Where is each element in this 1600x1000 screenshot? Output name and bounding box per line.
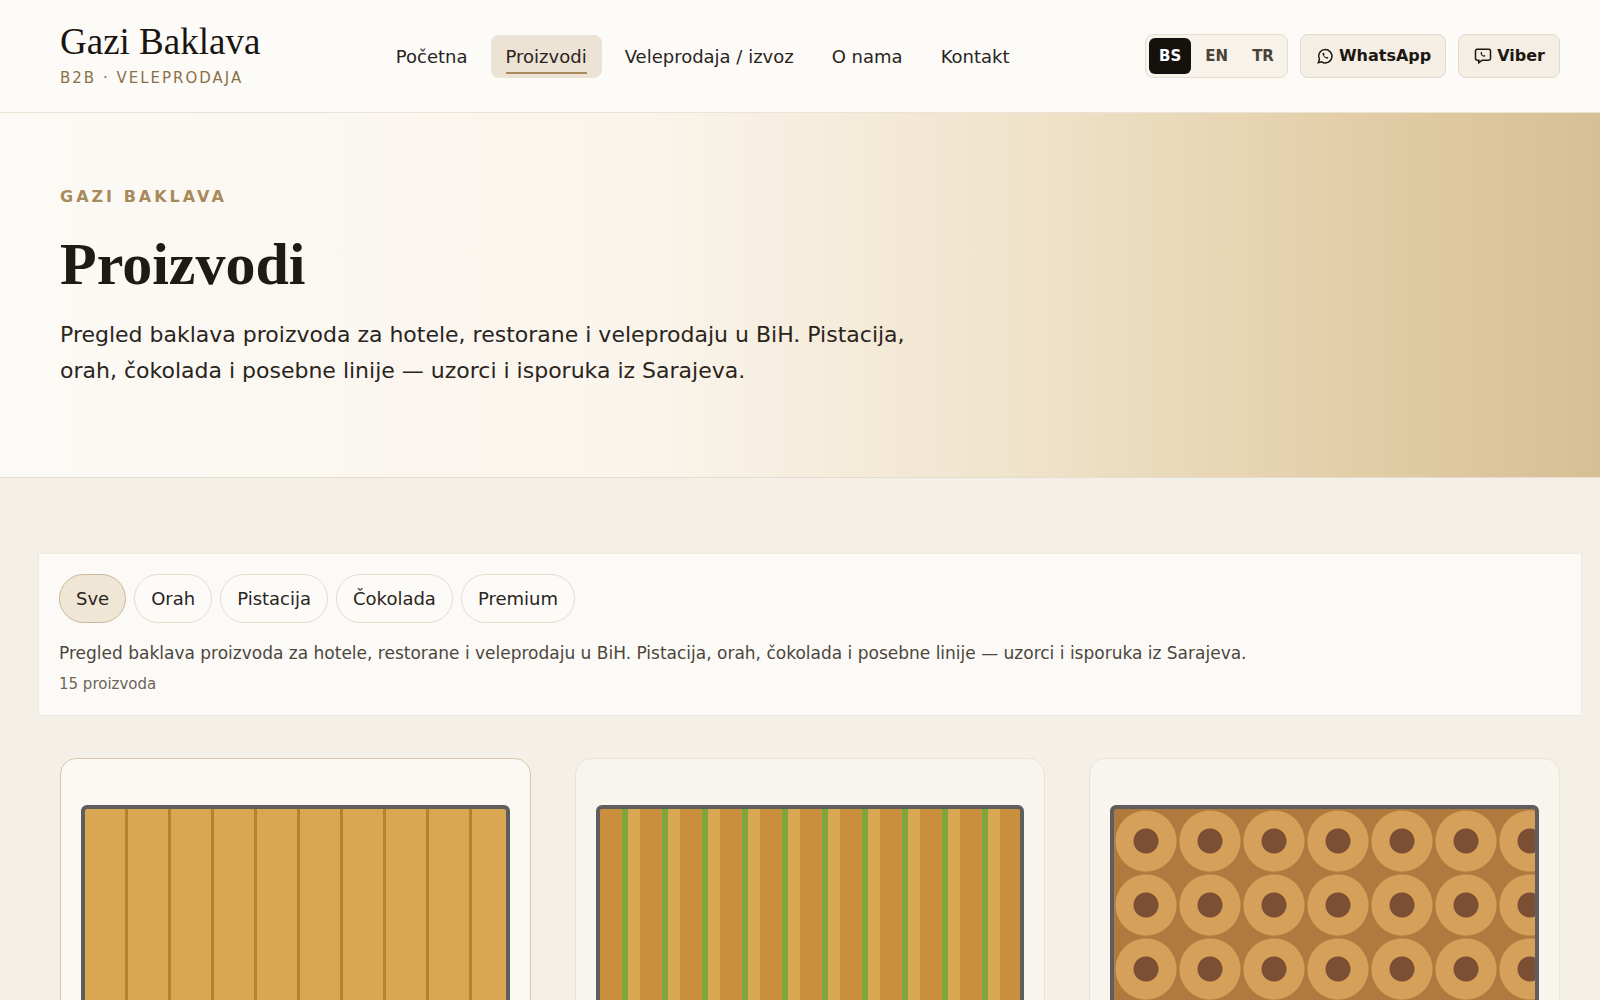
viber-icon	[1473, 46, 1493, 66]
product-count: 15 proizvoda	[59, 673, 1561, 696]
main-nav: PočetnaProizvodiVeleprodaja / izvozO nam…	[381, 35, 1025, 78]
filter-chips: SveOrahPistacijaČokoladaPremium	[59, 574, 1561, 623]
logo-title: Gazi Baklava	[60, 22, 260, 63]
button-label: Viber	[1497, 44, 1545, 68]
nav-link[interactable]: Početna	[381, 35, 483, 78]
filter-description: Pregled baklava proizvoda za hotele, res…	[59, 641, 1561, 667]
product-card[interactable]	[575, 758, 1046, 1000]
hero-eyebrow: GAZI BAKLAVA	[60, 185, 1540, 209]
hero-banner: GAZI BAKLAVA Proizvodi Pregled baklava pro…	[0, 113, 1600, 478]
hero-lead: Pregled baklava proizvoda za hotele, res…	[60, 317, 960, 390]
product-card[interactable]	[60, 758, 531, 1000]
filter-chip[interactable]: Čokolada	[336, 574, 453, 623]
whatsapp-icon	[1315, 46, 1335, 66]
product-photo	[1110, 805, 1539, 1000]
filter-panel: SveOrahPistacijaČokoladaPremium Pregled b…	[38, 553, 1582, 716]
site-header: Gazi Baklava B2B · VELEPRODAJA PočetnaProi…	[0, 0, 1600, 113]
product-photo	[81, 805, 510, 1000]
filter-chip[interactable]: Premium	[461, 574, 575, 623]
language-switch: BSENTR	[1145, 34, 1288, 79]
logo-subtitle: B2B · VELEPRODAJA	[60, 67, 260, 90]
product-photo	[596, 805, 1025, 1000]
product-grid	[0, 716, 1600, 1000]
page-title: Proizvodi	[60, 231, 1540, 297]
filter-chip[interactable]: Orah	[134, 574, 212, 623]
whatsapp-button[interactable]: WhatsApp	[1300, 34, 1446, 78]
button-label: WhatsApp	[1339, 44, 1431, 68]
language-button[interactable]: EN	[1195, 38, 1238, 75]
nav-link[interactable]: Veleprodaja / izvoz	[610, 35, 809, 78]
nav-link[interactable]: Proizvodi	[491, 35, 602, 78]
logo[interactable]: Gazi Baklava B2B · VELEPRODAJA	[60, 22, 260, 89]
header-actions: BSENTR WhatsApp Viber	[1145, 34, 1560, 79]
filter-chip[interactable]: Sve	[59, 574, 126, 623]
language-button[interactable]: TR	[1242, 38, 1284, 75]
product-card[interactable]	[1089, 758, 1560, 1000]
language-button[interactable]: BS	[1149, 38, 1191, 75]
nav-link[interactable]: Kontakt	[926, 35, 1025, 78]
viber-button[interactable]: Viber	[1458, 34, 1560, 78]
nav-link[interactable]: O nama	[817, 35, 918, 78]
filter-chip[interactable]: Pistacija	[220, 574, 328, 623]
